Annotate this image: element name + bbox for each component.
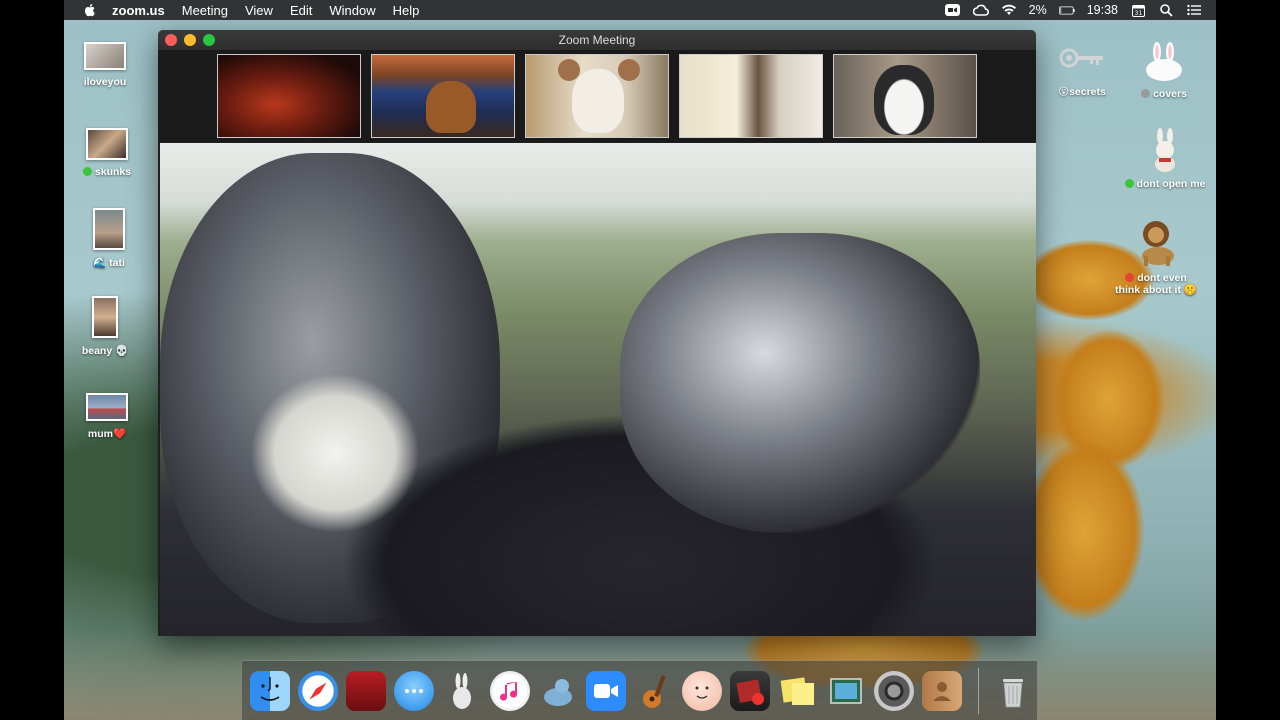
desktop-folder-beany[interactable]: beany 💀 <box>60 296 150 357</box>
desktop-item-prefix: 🌊 <box>93 257 107 269</box>
wifi-icon[interactable] <box>1001 3 1017 17</box>
menu-window[interactable]: Window <box>329 3 375 18</box>
battery-percent: 2% <box>1028 3 1047 17</box>
tag-dot-green <box>1124 179 1134 188</box>
photo-thumbnail <box>86 128 128 160</box>
desktop-folder-dont-even-think[interactable]: dont even think about it 🤫 <box>1106 218 1206 296</box>
tag-dot-gray <box>1141 89 1151 98</box>
garageband-icon[interactable] <box>634 671 674 711</box>
photo-thumbnail <box>86 393 128 421</box>
photo-booth-icon[interactable] <box>346 670 386 711</box>
participant-video-tile[interactable] <box>371 54 515 138</box>
desktop-folder-secrets[interactable]: 😮secrets <box>1037 44 1127 98</box>
window-title: Zoom Meeting <box>558 33 636 47</box>
menu-meeting[interactable]: Meeting <box>182 3 228 18</box>
key-icon <box>1059 48 1103 68</box>
rabbit-figure-icon <box>1155 128 1175 172</box>
desktop-folder-mum[interactable]: mum❤️ <box>62 393 152 440</box>
dog-fur-right <box>620 233 980 533</box>
calendar-icon[interactable]: 31 <box>1130 3 1146 17</box>
dog-ear <box>618 59 640 81</box>
trash-icon[interactable] <box>993 671 1033 711</box>
active-speaker-video[interactable] <box>160 143 1036 636</box>
photo-thumbnail <box>93 208 125 250</box>
dog-shape <box>874 65 934 135</box>
menu-help[interactable]: Help <box>393 3 420 18</box>
photo-thumbnail <box>84 42 126 70</box>
menu-app-name[interactable]: zoom.us <box>112 3 165 18</box>
itunes-icon[interactable] <box>490 670 530 711</box>
desktop-item-label: dont open me <box>1136 178 1206 190</box>
dock-separator <box>978 667 979 714</box>
clock-time[interactable]: 19:38 <box>1087 3 1118 17</box>
desktop-folder-covers[interactable]: covers <box>1119 42 1209 100</box>
contacts-icon[interactable] <box>922 670 962 711</box>
menu-bar: zoom.us Meeting View Edit Window Help 2%… <box>64 0 1216 20</box>
zoom-meeting-window[interactable]: Zoom Meeting <box>158 30 1036 636</box>
desktop-item-label: beany 💀 <box>81 345 129 357</box>
preview-icon[interactable] <box>826 671 866 711</box>
bunny-icon <box>1146 42 1182 81</box>
participant-video-tile[interactable] <box>679 54 823 138</box>
seal-app-icon[interactable] <box>538 671 578 711</box>
desktop-item-label: covers <box>1153 88 1187 100</box>
messages-icon[interactable] <box>394 670 434 711</box>
desktop-folder-iloveyou[interactable]: iloveyou <box>60 42 150 88</box>
dog-chest-white <box>250 373 420 533</box>
tag-dot-red <box>1125 273 1135 282</box>
system-preferences-icon[interactable] <box>874 670 914 711</box>
safari-icon[interactable] <box>298 670 338 711</box>
photo-app-icon[interactable] <box>730 670 770 711</box>
dock <box>241 660 1038 720</box>
battery-icon[interactable] <box>1058 3 1075 17</box>
lion-figure-icon <box>1142 221 1174 266</box>
face-app-icon[interactable] <box>682 670 722 711</box>
dog-shape <box>426 81 476 133</box>
desktop-item-label: skunks <box>94 166 132 178</box>
apple-icon[interactable] <box>82 2 98 18</box>
stickies-icon[interactable] <box>778 671 818 711</box>
notification-center-icon[interactable] <box>1186 3 1202 17</box>
photo-thumbnail <box>92 296 118 338</box>
desktop-item-label-line1: dont even <box>1137 272 1187 284</box>
menu-view[interactable]: View <box>245 3 273 18</box>
spotlight-search-icon[interactable] <box>1158 3 1174 17</box>
tag-dot-green <box>82 167 92 176</box>
creative-cloud-icon[interactable] <box>972 3 989 17</box>
svg-text:31: 31 <box>1134 10 1142 17</box>
zoom-status-icon[interactable] <box>945 3 961 17</box>
desktop-folder-tati[interactable]: 🌊 tati <box>64 208 154 269</box>
desktop-item-label: tati <box>109 257 125 269</box>
participant-video-tile[interactable] <box>217 54 361 138</box>
desktop-item-label: secrets <box>1069 86 1106 98</box>
desktop-folder-skunks[interactable]: skunks <box>62 128 152 178</box>
desktop-item-label: mum❤️ <box>87 428 127 440</box>
participant-gallery-strip <box>158 50 1036 142</box>
participant-video-tile[interactable] <box>833 54 977 138</box>
participant-video-tile[interactable] <box>525 54 669 138</box>
zoom-icon[interactable] <box>586 670 626 711</box>
desktop-item-prefix: 😮 <box>1058 86 1070 98</box>
desktop-folder-dont-open-me[interactable]: dont open me <box>1115 128 1215 190</box>
finder-icon[interactable] <box>250 670 290 711</box>
desktop-item-label: iloveyou <box>83 76 127 88</box>
window-titlebar[interactable]: Zoom Meeting <box>158 30 1036 50</box>
rabbit-app-icon[interactable] <box>442 671 482 711</box>
menu-edit[interactable]: Edit <box>290 3 312 18</box>
dog-shape <box>572 69 624 133</box>
dog-ear <box>558 59 580 81</box>
desktop-item-label-line2: think about it 🤫 <box>1115 284 1197 296</box>
